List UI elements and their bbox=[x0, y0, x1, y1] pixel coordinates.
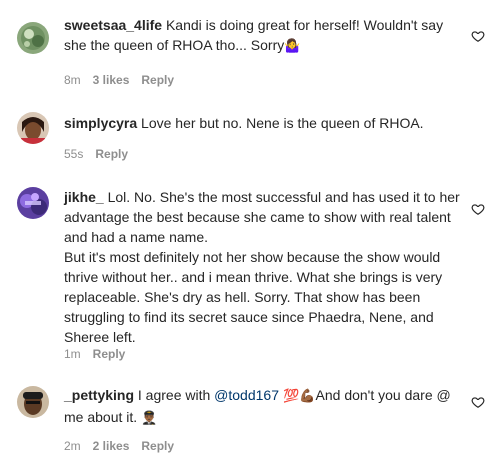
comment-meta: 2m 2 likes Reply bbox=[64, 439, 186, 453]
reply-button[interactable]: Reply bbox=[95, 147, 128, 161]
avatar[interactable] bbox=[17, 112, 49, 144]
comment-content: Lol. No. She's the most successful and h… bbox=[64, 189, 460, 245]
heart-outline-icon[interactable] bbox=[471, 202, 485, 216]
likes-count[interactable]: 2 likes bbox=[93, 439, 130, 453]
comment-meta: 1m Reply bbox=[64, 347, 137, 361]
heart-outline-icon[interactable] bbox=[471, 29, 485, 43]
comment-meta: 8m 3 likes Reply bbox=[64, 73, 186, 87]
heart-outline-icon[interactable] bbox=[471, 395, 485, 409]
comment-text: simplycyra Love her but no. Nene is the … bbox=[64, 113, 462, 133]
shrug-emoji: 🤷‍♀️ bbox=[284, 39, 301, 54]
comments-list: sweetsaa_4life Kandi is doing great for … bbox=[0, 0, 499, 465]
comment-username[interactable]: _pettyking bbox=[64, 387, 134, 403]
comment-content: I agree with bbox=[134, 387, 215, 403]
comment-username[interactable]: simplycyra bbox=[64, 115, 137, 131]
avatar[interactable] bbox=[17, 187, 49, 219]
reply-button[interactable]: Reply bbox=[93, 347, 126, 361]
hundred-flex-emoji: 💯💪🏾 bbox=[279, 389, 316, 404]
reply-button[interactable]: Reply bbox=[141, 439, 174, 453]
reply-button[interactable]: Reply bbox=[141, 73, 174, 87]
comment-meta: 55s Reply bbox=[64, 147, 140, 161]
comment-timestamp: 55s bbox=[64, 147, 84, 161]
comment-username[interactable]: sweetsaa_4life bbox=[64, 17, 162, 33]
comment-text: sweetsaa_4life Kandi is doing great for … bbox=[64, 15, 462, 57]
avatar[interactable] bbox=[17, 386, 49, 418]
comment-timestamp: 8m bbox=[64, 73, 81, 87]
comment-text: jikhe_ Lol. No. She's the most successfu… bbox=[64, 187, 462, 347]
comment-content: Love her but no. Nene is the queen of RH… bbox=[137, 115, 424, 131]
avatar[interactable] bbox=[17, 22, 49, 54]
comment-timestamp: 2m bbox=[64, 439, 81, 453]
comment-username[interactable]: jikhe_ bbox=[64, 189, 104, 205]
comment-content-continued: But it's most definitely not her show be… bbox=[64, 249, 443, 345]
pilot-plane-emoji: 👨🏾‍✈️ bbox=[141, 411, 158, 426]
comment-text: _pettyking I agree with @todd167 💯💪🏾And … bbox=[64, 385, 462, 429]
comment-timestamp: 1m bbox=[64, 347, 81, 361]
mention-link[interactable]: @todd167 bbox=[214, 387, 279, 403]
likes-count[interactable]: 3 likes bbox=[93, 73, 130, 87]
